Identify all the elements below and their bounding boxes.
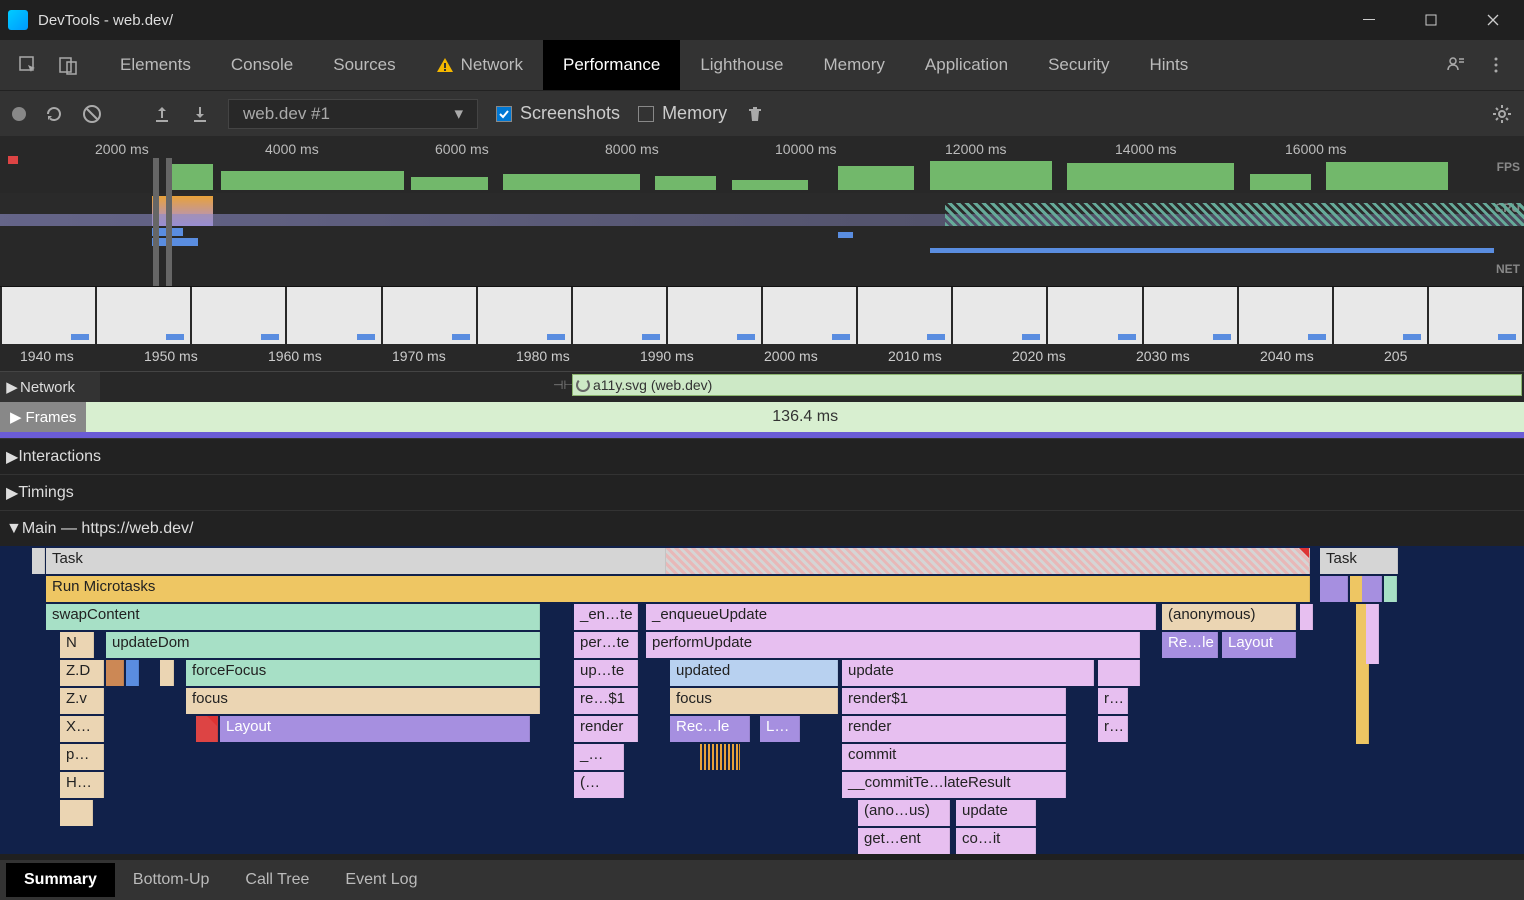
upload-button[interactable]: [152, 104, 172, 124]
filmstrip-thumb[interactable]: [1334, 287, 1427, 344]
download-button[interactable]: [190, 104, 210, 124]
memory-checkbox[interactable]: Memory: [638, 103, 727, 124]
ruler-tick: 1980 ms: [516, 348, 570, 364]
overview-tick: 2000 ms: [95, 141, 149, 157]
reload-button[interactable]: [44, 104, 64, 124]
frame-duration[interactable]: 136.4 ms: [86, 402, 1524, 432]
selection-start-handle[interactable]: [153, 158, 159, 286]
inspect-icon[interactable]: [8, 40, 48, 90]
main-track[interactable]: ▼Main — https://web.dev/: [0, 510, 1524, 546]
ruler-tick: 1950 ms: [144, 348, 198, 364]
tab-lighthouse[interactable]: Lighthouse: [680, 40, 803, 90]
filmstrip-thumb[interactable]: [2, 287, 95, 344]
network-track-label: Network: [20, 379, 75, 396]
trace-select[interactable]: web.dev #1▾: [228, 99, 478, 129]
maximize-button[interactable]: [1400, 0, 1462, 40]
chevron-down-icon: ▾: [454, 104, 463, 124]
tab-elements[interactable]: Elements: [100, 40, 211, 90]
overview-tick: 16000 ms: [1285, 141, 1346, 157]
frames-track-label[interactable]: ▶Frames: [0, 402, 86, 432]
feedback-icon[interactable]: [1436, 40, 1476, 90]
window-title: DevTools - web.dev/: [38, 12, 173, 29]
fps-lane-label: FPS: [1497, 160, 1520, 174]
collapse-icon[interactable]: ▶: [4, 378, 20, 396]
flame-swap: swapContent: [46, 604, 540, 630]
ruler-tick: 2040 ms: [1260, 348, 1314, 364]
filmstrip-thumb[interactable]: [668, 287, 761, 344]
device-icon[interactable]: [48, 40, 88, 90]
tab-application[interactable]: Application: [905, 40, 1028, 90]
filmstrip-thumb[interactable]: [1048, 287, 1141, 344]
ruler-tick: 1970 ms: [392, 348, 446, 364]
app-logo-icon: [8, 10, 28, 30]
record-button[interactable]: [12, 107, 26, 121]
ruler-tick: 2030 ms: [1136, 348, 1190, 364]
timings-track[interactable]: ▶Timings: [0, 474, 1524, 510]
tab-sources[interactable]: Sources: [313, 40, 415, 90]
flame-microtasks: Run Microtasks: [46, 576, 1310, 602]
delete-button[interactable]: [745, 104, 765, 124]
filmstrip-thumb[interactable]: [1429, 287, 1522, 344]
ruler-tick: 1990 ms: [640, 348, 694, 364]
filmstrip-thumb[interactable]: [763, 287, 856, 344]
bottom-tab-calltree[interactable]: Call Tree: [227, 863, 327, 897]
filmstrip-thumb[interactable]: [383, 287, 476, 344]
flame-chart[interactable]: Task Task Run Microtasks swapContent _en…: [0, 546, 1524, 854]
net-lane-label: NET: [1496, 262, 1520, 276]
tab-performance[interactable]: Performance: [543, 40, 680, 90]
selection-end-handle[interactable]: [166, 158, 172, 286]
filmstrip-thumb[interactable]: [97, 287, 190, 344]
overview-tick: 4000 ms: [265, 141, 319, 157]
overview-tick: 12000 ms: [945, 141, 1006, 157]
filmstrip-thumb[interactable]: [478, 287, 571, 344]
flame-task2: Task: [1320, 548, 1398, 574]
overview-timeline[interactable]: 2000 ms 4000 ms 6000 ms 8000 ms 10000 ms 1200…: [0, 136, 1524, 286]
tab-security[interactable]: Security: [1028, 40, 1129, 90]
minimize-button[interactable]: [1338, 0, 1400, 40]
ruler-tick: 2010 ms: [888, 348, 942, 364]
filmstrip-thumb[interactable]: [1239, 287, 1332, 344]
filmstrip-thumb[interactable]: [953, 287, 1046, 344]
close-button[interactable]: [1462, 0, 1524, 40]
filmstrip-thumb[interactable]: [287, 287, 380, 344]
bottom-tab-bottomup[interactable]: Bottom-Up: [115, 863, 227, 897]
tab-console[interactable]: Console: [211, 40, 313, 90]
more-icon[interactable]: [1476, 40, 1516, 90]
ruler-tick: 1960 ms: [268, 348, 322, 364]
network-request-bar[interactable]: a11y.svg (web.dev): [572, 374, 1522, 396]
bottom-tab-summary[interactable]: Summary: [6, 863, 115, 897]
detail-ruler[interactable]: 1940 ms 1950 ms 1960 ms 1970 ms 1980 ms 1990 …: [0, 344, 1524, 372]
filmstrip-thumb[interactable]: [858, 287, 951, 344]
ruler-tick: 2020 ms: [1012, 348, 1066, 364]
filmstrip-thumb[interactable]: [1144, 287, 1237, 344]
ruler-tick: 1940 ms: [20, 348, 74, 364]
warning-icon: [436, 56, 454, 74]
interactions-track[interactable]: ▶Interactions: [0, 438, 1524, 474]
tab-hints[interactable]: Hints: [1130, 40, 1209, 90]
tab-memory[interactable]: Memory: [804, 40, 905, 90]
overview-tick: 6000 ms: [435, 141, 489, 157]
filmstrip[interactable]: [0, 286, 1524, 344]
flame-task: Task: [46, 548, 666, 574]
overview-tick: 8000 ms: [605, 141, 659, 157]
clear-button[interactable]: [82, 104, 102, 124]
overview-tick: 10000 ms: [775, 141, 836, 157]
ruler-tick: 205: [1384, 348, 1407, 364]
filmstrip-thumb[interactable]: [573, 287, 666, 344]
tab-network[interactable]: Network: [416, 40, 543, 90]
overview-tick: 14000 ms: [1115, 141, 1176, 157]
ruler-tick: 2000 ms: [764, 348, 818, 364]
filmstrip-thumb[interactable]: [192, 287, 285, 344]
screenshots-checkbox[interactable]: Screenshots: [496, 103, 620, 124]
bottom-tab-eventlog[interactable]: Event Log: [327, 863, 435, 897]
settings-icon[interactable]: [1492, 104, 1512, 124]
loading-icon: [576, 378, 590, 392]
